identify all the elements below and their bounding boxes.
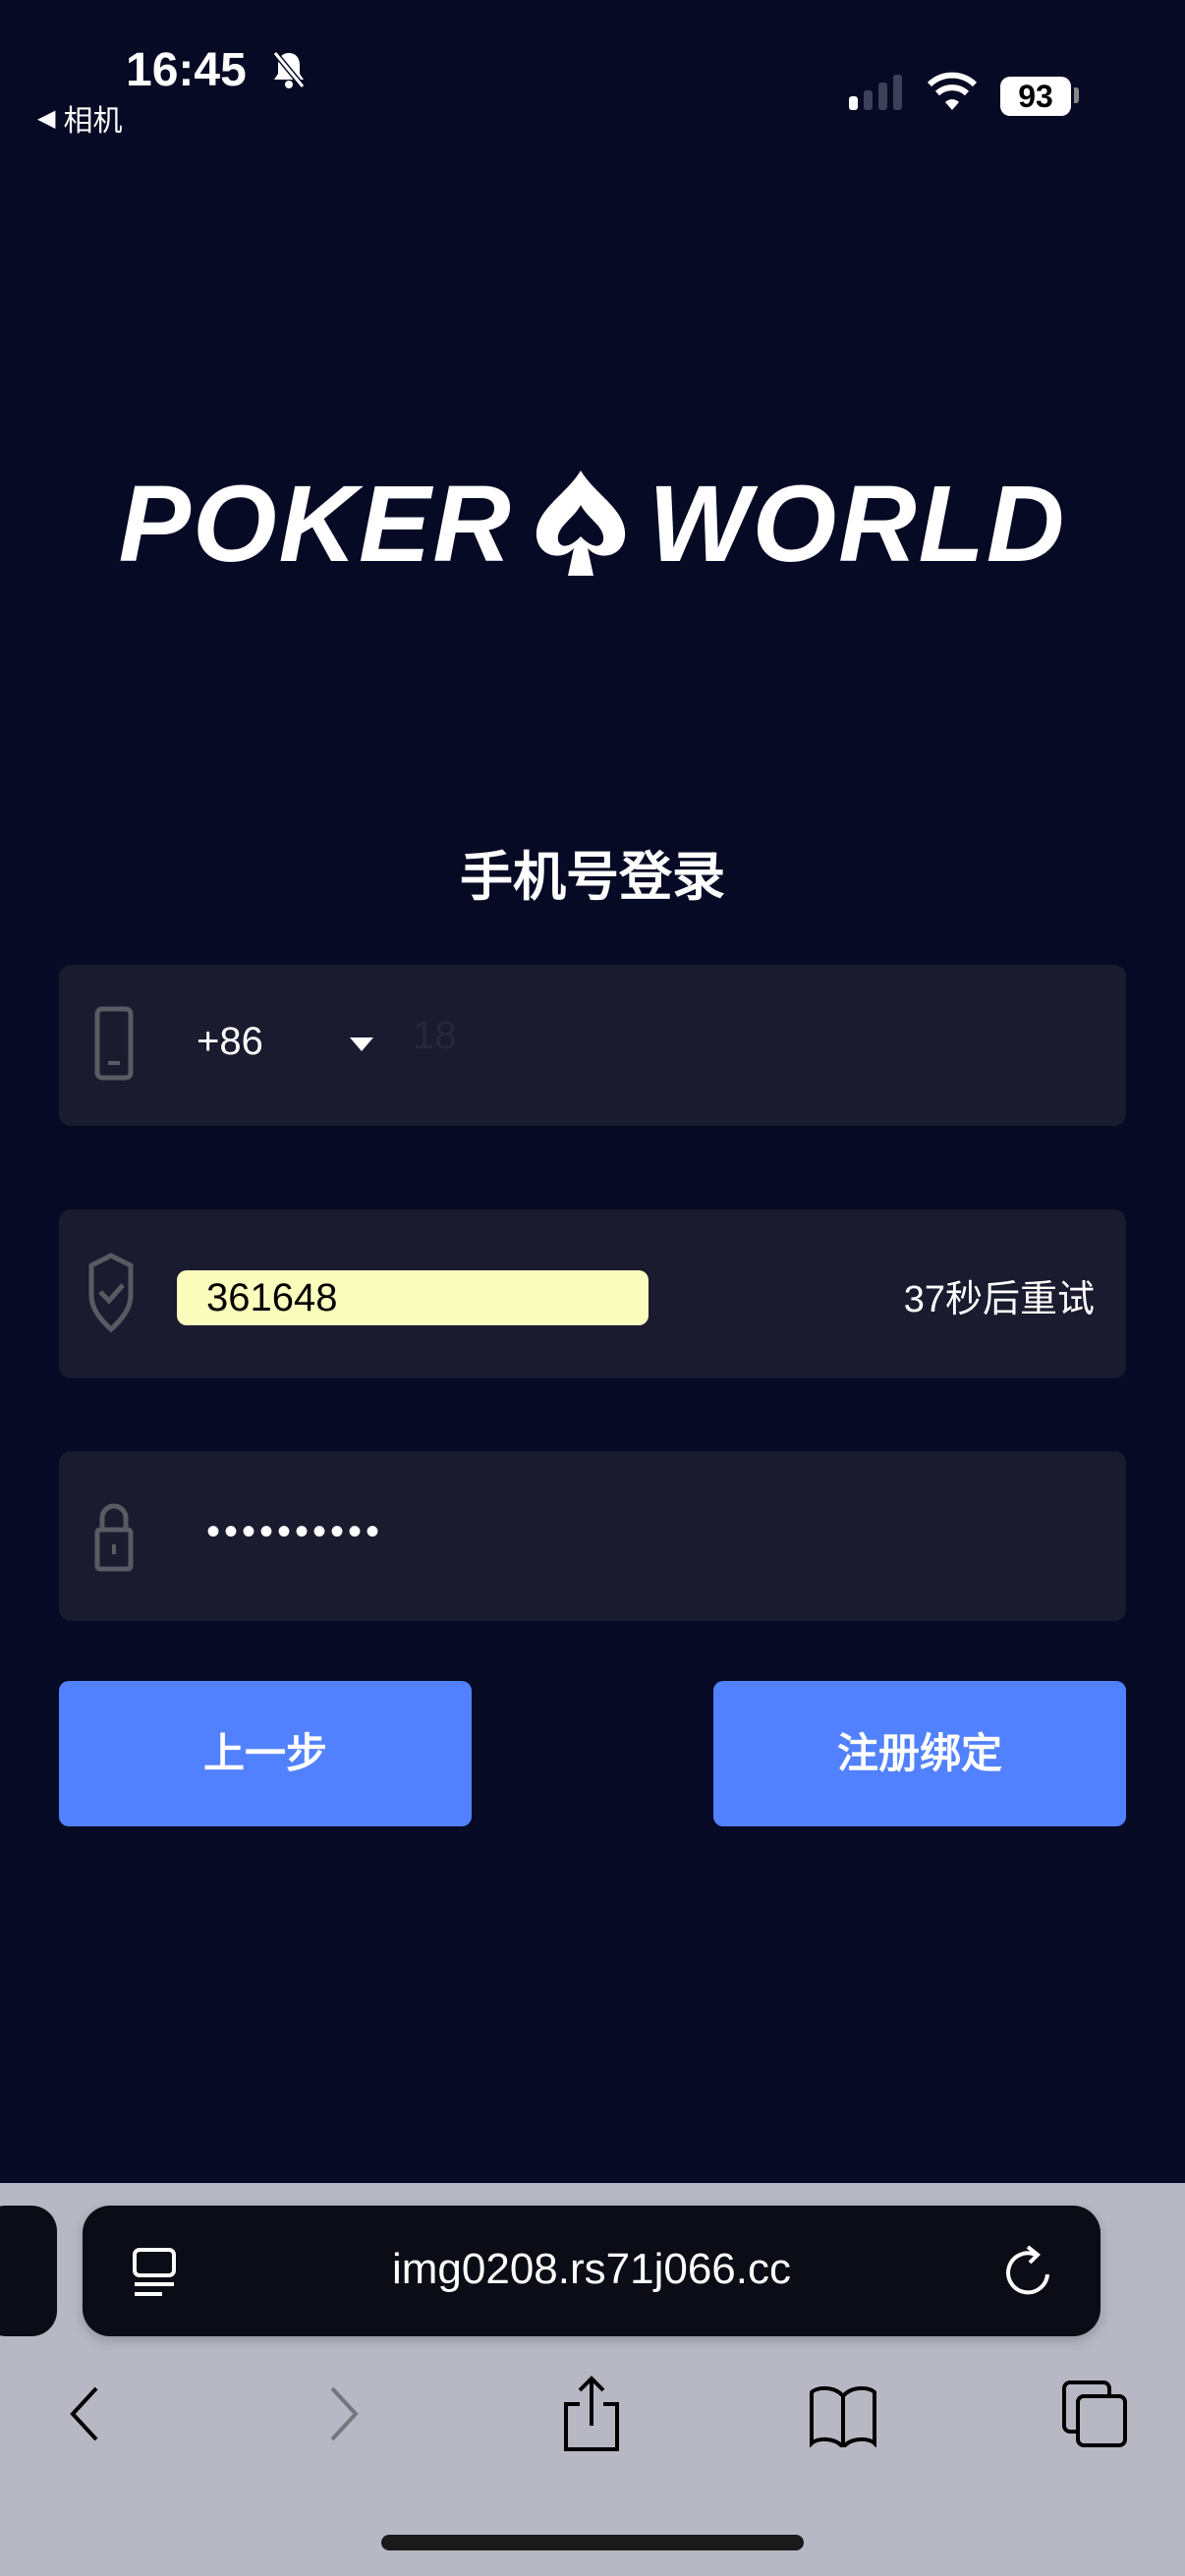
resend-countdown: 37秒后重试 (903, 1279, 1095, 1320)
back-triangle-icon: ◀ (37, 104, 56, 132)
status-time: 16:45 (126, 44, 247, 96)
lock-icon (94, 1503, 134, 1572)
password-field[interactable]: •••••••••• (59, 1451, 1126, 1621)
back-app-label: 相机 (63, 105, 123, 138)
browser-toolbar: img0208.rs71j066.cc (0, 2183, 1185, 2576)
spade-icon (536, 470, 625, 576)
password-input[interactable]: •••••••••• (206, 1510, 383, 1554)
register-bind-button[interactable]: 注册绑定 (713, 1681, 1126, 1826)
shield-check-icon (88, 1253, 134, 1333)
dropdown-caret-icon[interactable] (350, 1037, 373, 1051)
previous-tab-peek[interactable] (0, 2206, 57, 2336)
back-chevron-icon[interactable] (65, 2384, 104, 2443)
bell-muted-icon (272, 51, 306, 88)
url-text[interactable]: img0208.rs71j066.cc (83, 2245, 1100, 2294)
cellular-signal-icon (849, 75, 902, 110)
reload-icon[interactable] (1006, 2245, 1055, 2300)
battery-level: 93 (1000, 77, 1071, 116)
forward-chevron-icon[interactable] (324, 2384, 364, 2443)
previous-step-button[interactable]: 上一步 (59, 1681, 472, 1826)
back-to-app[interactable]: ◀ 相机 (37, 96, 122, 140)
address-bar[interactable]: img0208.rs71j066.cc (83, 2206, 1100, 2336)
verification-code-field[interactable]: 361648 37秒后重试 (59, 1209, 1126, 1378)
page-title: 手机号登录 (460, 848, 725, 907)
logo-text-left: POKER (118, 464, 513, 585)
bookmarks-icon[interactable] (808, 2384, 878, 2447)
share-icon[interactable] (562, 2375, 621, 2453)
tabs-icon[interactable] (1061, 2380, 1128, 2448)
code-input[interactable]: 361648 (177, 1270, 649, 1325)
phone-field[interactable]: +86 18 (59, 965, 1126, 1126)
logo-text-right: WORLD (648, 464, 1067, 585)
phone-icon (94, 1006, 134, 1081)
wifi-icon (927, 72, 978, 110)
home-indicator[interactable] (381, 2535, 804, 2550)
poker-world-logo: POKER WORLD (0, 462, 1185, 587)
battery-nub (1074, 87, 1079, 103)
country-code-select[interactable]: +86 (197, 1020, 263, 1064)
phone-input[interactable]: 18 (413, 1014, 457, 1058)
